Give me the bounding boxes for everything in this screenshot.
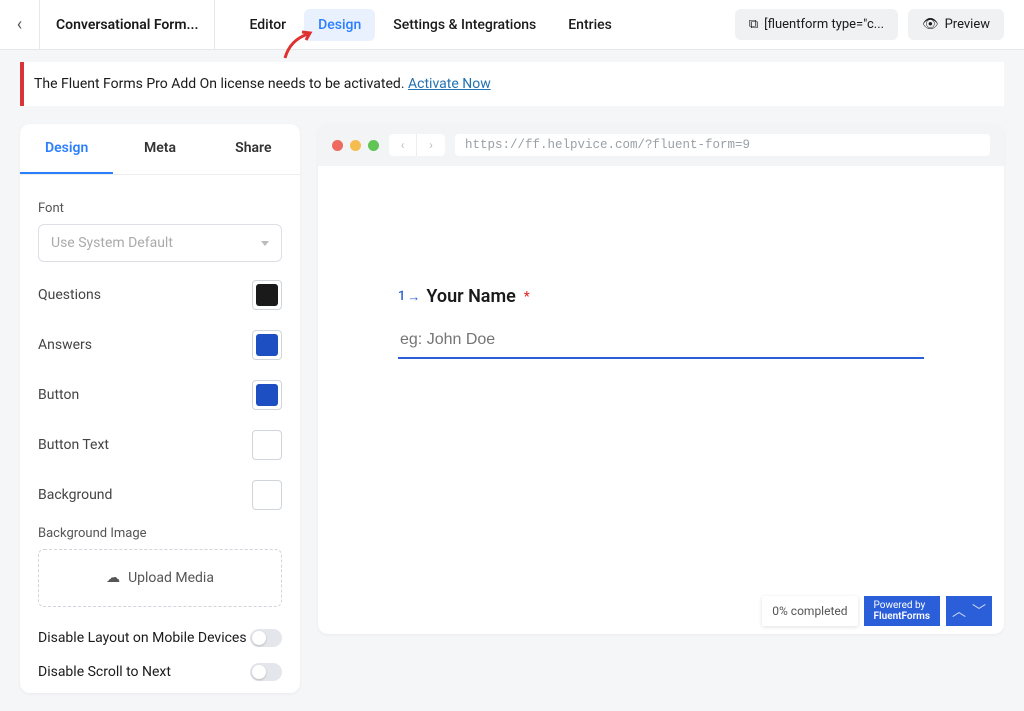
side-tab-design[interactable]: Design [20, 124, 113, 174]
question-text: Your Name [426, 286, 515, 307]
tab-editor[interactable]: Editor [235, 9, 300, 41]
required-indicator: * [524, 289, 530, 305]
question-number: 1→ [398, 289, 420, 305]
form-preview: ‹ › https://ff.helpvice.com/?fluent-form… [318, 124, 1004, 634]
answers-label: Answers [38, 337, 92, 353]
background-color[interactable] [252, 480, 282, 510]
traffic-min-icon [350, 140, 361, 151]
copy-icon: ⧉ [749, 17, 758, 32]
shortcode-chip[interactable]: ⧉ [fluentform type="c... [735, 9, 898, 40]
activate-link[interactable]: Activate Now [408, 76, 491, 92]
cloud-upload-icon: ☁ [106, 570, 120, 586]
answers-color[interactable] [252, 330, 282, 360]
chevron-up-icon: ︿ [952, 601, 966, 621]
browser-forward-button[interactable]: › [417, 134, 445, 156]
form-title: Conversational Form... [40, 0, 215, 50]
url-bar[interactable]: https://ff.helpvice.com/?fluent-form=9 [455, 134, 990, 156]
progress-indicator: 0% completed [762, 596, 857, 626]
chevron-down-icon [261, 241, 269, 246]
button-label: Button [38, 387, 79, 403]
preview-button[interactable]: 👁 Preview [908, 9, 1004, 40]
tab-settings[interactable]: Settings & Integrations [379, 9, 550, 41]
top-bar: ‹ Conversational Form... Editor Design S… [0, 0, 1024, 50]
tab-entries[interactable]: Entries [554, 9, 626, 41]
browser-back-button[interactable]: ‹ [389, 134, 417, 156]
scroll-controls[interactable]: ︿﹀ [946, 596, 992, 626]
upload-media-button[interactable]: ☁ Upload Media [38, 549, 282, 607]
button-text-label: Button Text [38, 437, 109, 453]
font-select[interactable]: Use System Default [38, 224, 282, 262]
shortcode-text: [fluentform type="c... [764, 17, 884, 32]
questions-color[interactable] [252, 280, 282, 310]
eye-icon: 👁 [922, 17, 939, 32]
license-notice: The Fluent Forms Pro Add On license need… [20, 62, 1004, 106]
browser-chrome: ‹ › https://ff.helpvice.com/?fluent-form… [318, 124, 1004, 166]
side-tab-share[interactable]: Share [207, 124, 300, 174]
font-value: Use System Default [51, 235, 173, 251]
questions-label: Questions [38, 287, 101, 303]
main-nav: Editor Design Settings & Integrations En… [215, 9, 645, 41]
button-text-color[interactable] [252, 430, 282, 460]
bg-image-label: Background Image [38, 526, 282, 541]
back-button[interactable]: ‹ [0, 0, 40, 50]
tab-design[interactable]: Design [304, 9, 375, 41]
font-label: Font [38, 201, 282, 216]
traffic-close-icon [332, 140, 343, 151]
traffic-max-icon [368, 140, 379, 151]
toggle-mobile-label: Disable Layout on Mobile Devices [38, 630, 247, 646]
toggle-scroll-label: Disable Scroll to Next [38, 664, 171, 680]
side-tab-meta[interactable]: Meta [113, 124, 206, 174]
toggle-mobile[interactable] [250, 629, 282, 647]
answer-input[interactable] [398, 323, 924, 359]
design-panel: Design Meta Share Font Use System Defaul… [20, 124, 300, 693]
button-color[interactable] [252, 380, 282, 410]
arrow-right-icon: → [407, 289, 420, 305]
chevron-down-icon: ﹀ [972, 601, 986, 621]
background-label: Background [38, 487, 112, 503]
toggle-scroll[interactable] [250, 663, 282, 681]
notice-text: The Fluent Forms Pro Add On license need… [34, 76, 408, 92]
powered-by-badge[interactable]: Powered by FluentForms [864, 596, 940, 626]
chevron-left-icon: ‹ [17, 14, 22, 35]
